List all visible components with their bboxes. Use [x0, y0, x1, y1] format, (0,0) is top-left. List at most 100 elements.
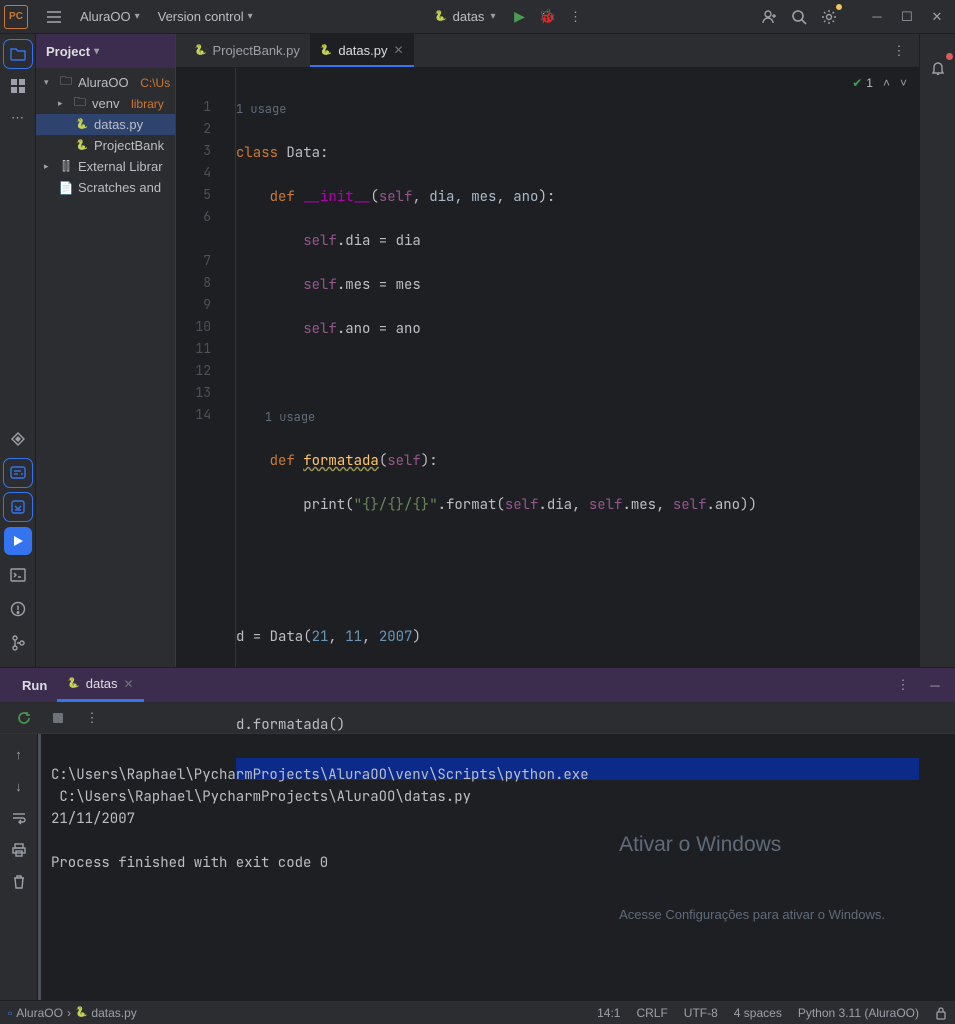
- terminal-tool-icon[interactable]: [4, 561, 32, 589]
- console-output[interactable]: C:\Users\Raphael\PycharmProjects\AluraOO…: [38, 734, 955, 1000]
- down-stack-icon[interactable]: ↓: [5, 772, 33, 800]
- more-run-options[interactable]: ⋮: [561, 3, 589, 31]
- inspection-check-icon[interactable]: ✔1: [852, 76, 873, 90]
- watermark-title: Ativar o Windows: [619, 834, 885, 856]
- tree-external-libraries[interactable]: ▸ ⫿⫿ External Librar: [36, 156, 175, 177]
- close-tab-icon[interactable]: ✕: [394, 43, 404, 57]
- breadcrumb-project: AluraOO: [16, 1006, 63, 1020]
- usage-hint: 1 usage: [265, 409, 315, 425]
- indent-config[interactable]: 4 spaces: [734, 1006, 782, 1020]
- chevron-down-icon: ▾: [248, 11, 253, 22]
- run-tab-label: datas: [86, 676, 118, 691]
- vcs-tool-icon[interactable]: [4, 629, 32, 657]
- run-config-tab[interactable]: 🐍 datas ✕: [57, 668, 143, 702]
- tree-file-datas[interactable]: 🐍 datas.py: [36, 114, 175, 135]
- editor-more-icon[interactable]: ⋮: [885, 37, 913, 65]
- project-panel: Project ▾ ▾ 🗀 AluraOO C:\Us ▸ 🗀 venv lib…: [36, 34, 176, 667]
- tree-label: AluraOO: [78, 75, 129, 90]
- gutter: 1 2 3 4 5 6 7 8 9 10 11 12 13 14: [176, 68, 236, 667]
- rerun-button[interactable]: [10, 704, 38, 732]
- close-tab-icon[interactable]: ✕: [124, 677, 134, 691]
- python-icon: 🐍: [194, 45, 206, 56]
- project-name-dropdown[interactable]: AluraOO ▾: [74, 5, 146, 28]
- ide-logo: PC: [4, 5, 28, 29]
- prev-highlight-icon[interactable]: ˄: [883, 76, 890, 90]
- main-menu-icon[interactable]: [40, 3, 68, 31]
- stop-button[interactable]: [44, 704, 72, 732]
- left-tool-strip: ⋯: [0, 34, 36, 667]
- tree-label: External Librar: [78, 159, 163, 174]
- watermark-subtitle: Acesse Configurações para ativar o Windo…: [619, 904, 885, 926]
- status-bar: ▫ AluraOO › 🐍 datas.py 14:1 CRLF UTF-8 4…: [0, 1000, 955, 1024]
- python-icon: 🐍: [434, 11, 446, 22]
- project-tool-icon[interactable]: [4, 40, 32, 68]
- run-toolbar-more[interactable]: ⋮: [78, 704, 106, 732]
- editor-inspection-overlay: ✔1 ˄ ˅: [852, 76, 907, 90]
- bug-icon: 🐞: [539, 8, 556, 25]
- tree-venv[interactable]: ▸ 🗀 venv library: [36, 93, 175, 114]
- code-with-me-icon[interactable]: [755, 3, 783, 31]
- run-button[interactable]: ▶: [505, 3, 533, 31]
- editor-body[interactable]: 1 2 3 4 5 6 7 8 9 10 11 12 13 14 1 usage…: [176, 68, 919, 667]
- tree-file-projectbank[interactable]: 🐍 ProjectBank: [36, 135, 175, 156]
- tab-label: datas.py: [338, 43, 387, 58]
- scroll-down-icon[interactable]: [4, 493, 32, 521]
- services-icon[interactable]: [4, 425, 32, 453]
- usage-hint: 1 usage: [236, 98, 919, 120]
- readonly-lock-icon[interactable]: [935, 1006, 947, 1020]
- project-tree: ▾ 🗀 AluraOO C:\Us ▸ 🗀 venv library 🐍 dat…: [36, 68, 175, 202]
- window-maximize[interactable]: ☐: [893, 3, 921, 31]
- tree-label: venv: [92, 96, 119, 111]
- editor-area: 🐍 ProjectBank.py 🐍 datas.py ✕ ⋮ 1 2 3 4 …: [176, 34, 919, 667]
- settings-icon[interactable]: [815, 3, 843, 31]
- breadcrumb-file: datas.py: [91, 1006, 136, 1020]
- run-config-selector[interactable]: 🐍 datas ▾: [424, 7, 505, 26]
- run-left-gutter: ↑ ↓: [0, 734, 38, 1000]
- library-icon: ⫿⫿: [58, 159, 74, 174]
- editor-tab-projectbank[interactable]: 🐍 ProjectBank.py: [184, 34, 310, 67]
- next-highlight-icon[interactable]: ˅: [900, 76, 907, 90]
- project-panel-header[interactable]: Project ▾: [36, 34, 175, 68]
- structure-tool-icon[interactable]: [4, 72, 32, 100]
- python-console-icon[interactable]: [4, 459, 32, 487]
- problems-tool-icon[interactable]: [4, 595, 32, 623]
- more-tools-icon[interactable]: ⋯: [4, 104, 32, 132]
- cursor-position[interactable]: 14:1: [597, 1006, 620, 1020]
- tree-label: datas.py: [94, 117, 143, 132]
- tree-root[interactable]: ▾ 🗀 AluraOO C:\Us: [36, 72, 175, 93]
- scratches-icon: 📄: [58, 181, 74, 195]
- clear-all-icon[interactable]: [5, 868, 33, 896]
- window-minimize[interactable]: ─: [863, 3, 891, 31]
- search-everywhere-icon[interactable]: [785, 3, 813, 31]
- run-config-label: datas: [453, 9, 485, 24]
- play-icon: ▶: [514, 8, 525, 25]
- main-area: ⋯ Projec: [0, 34, 955, 667]
- code-content[interactable]: 1 usage class Data: def __init__(self, d…: [236, 68, 919, 667]
- python-icon: 🐍: [75, 1007, 87, 1018]
- notifications-icon[interactable]: [924, 54, 952, 82]
- python-icon: 🐍: [320, 45, 332, 56]
- tree-scratches[interactable]: 📄 Scratches and: [36, 177, 175, 198]
- run-tool-icon[interactable]: [4, 527, 32, 555]
- project-name-label: AluraOO: [80, 9, 131, 24]
- tree-label: Scratches and: [78, 180, 161, 195]
- line-separator[interactable]: CRLF: [636, 1006, 667, 1020]
- vcs-label: Version control: [158, 9, 244, 24]
- window-close[interactable]: ✕: [923, 3, 951, 31]
- chevron-right-icon: ›: [67, 1006, 71, 1020]
- editor-tabs: 🐍 ProjectBank.py 🐍 datas.py ✕ ⋮: [176, 34, 919, 68]
- vcs-dropdown[interactable]: Version control ▾: [152, 5, 259, 28]
- soft-wrap-icon[interactable]: [5, 804, 33, 832]
- file-encoding[interactable]: UTF-8: [684, 1006, 718, 1020]
- breadcrumb[interactable]: ▫ AluraOO › 🐍 datas.py: [8, 1006, 137, 1020]
- up-stack-icon[interactable]: ↑: [5, 740, 33, 768]
- interpreter[interactable]: Python 3.11 (AluraOO): [798, 1006, 919, 1020]
- folder-icon: 🗀: [58, 72, 74, 93]
- console-line: Process finished with exit code 0: [51, 854, 328, 872]
- print-icon[interactable]: [5, 836, 33, 864]
- editor-tab-datas[interactable]: 🐍 datas.py ✕: [310, 34, 414, 67]
- notification-dot: [946, 53, 953, 60]
- run-panel-hide-icon[interactable]: ─: [921, 671, 949, 699]
- stop-icon: [53, 713, 63, 723]
- debug-button[interactable]: 🐞: [533, 3, 561, 31]
